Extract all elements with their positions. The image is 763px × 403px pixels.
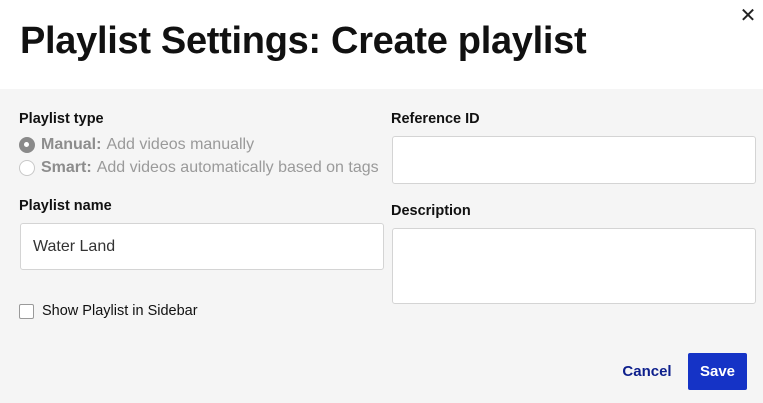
description-textarea[interactable] bbox=[392, 228, 756, 304]
radio-manual[interactable]: Manual: Add videos manually bbox=[19, 135, 254, 155]
playlist-type-label: Playlist type bbox=[19, 111, 104, 127]
cancel-button[interactable]: Cancel bbox=[617, 359, 677, 383]
description-label: Description bbox=[391, 203, 471, 219]
radio-manual-button[interactable] bbox=[19, 137, 35, 153]
reference-id-label: Reference ID bbox=[391, 111, 480, 127]
radio-manual-name: Manual: bbox=[41, 136, 102, 153]
playlist-name-input[interactable] bbox=[20, 223, 384, 270]
close-icon[interactable]: ✕ bbox=[738, 6, 758, 26]
playlist-name-label: Playlist name bbox=[19, 198, 112, 214]
dialog-header: Playlist Settings: Create playlist bbox=[0, 0, 763, 89]
show-in-sidebar-label: Show Playlist in Sidebar bbox=[42, 303, 198, 319]
dialog-title: Playlist Settings: Create playlist bbox=[20, 20, 587, 62]
radio-manual-description: Add videos manually bbox=[106, 136, 255, 153]
reference-id-input[interactable] bbox=[392, 136, 756, 184]
show-in-sidebar-option[interactable]: Show Playlist in Sidebar bbox=[19, 302, 198, 320]
show-in-sidebar-checkbox[interactable] bbox=[19, 303, 34, 319]
save-button[interactable]: Save bbox=[688, 353, 747, 390]
radio-smart-button[interactable] bbox=[19, 160, 35, 176]
radio-smart-description: Add videos automatically based on tags bbox=[96, 159, 379, 176]
radio-smart-name: Smart: bbox=[41, 159, 92, 176]
radio-smart[interactable]: Smart: Add videos automatically based on… bbox=[19, 158, 379, 178]
